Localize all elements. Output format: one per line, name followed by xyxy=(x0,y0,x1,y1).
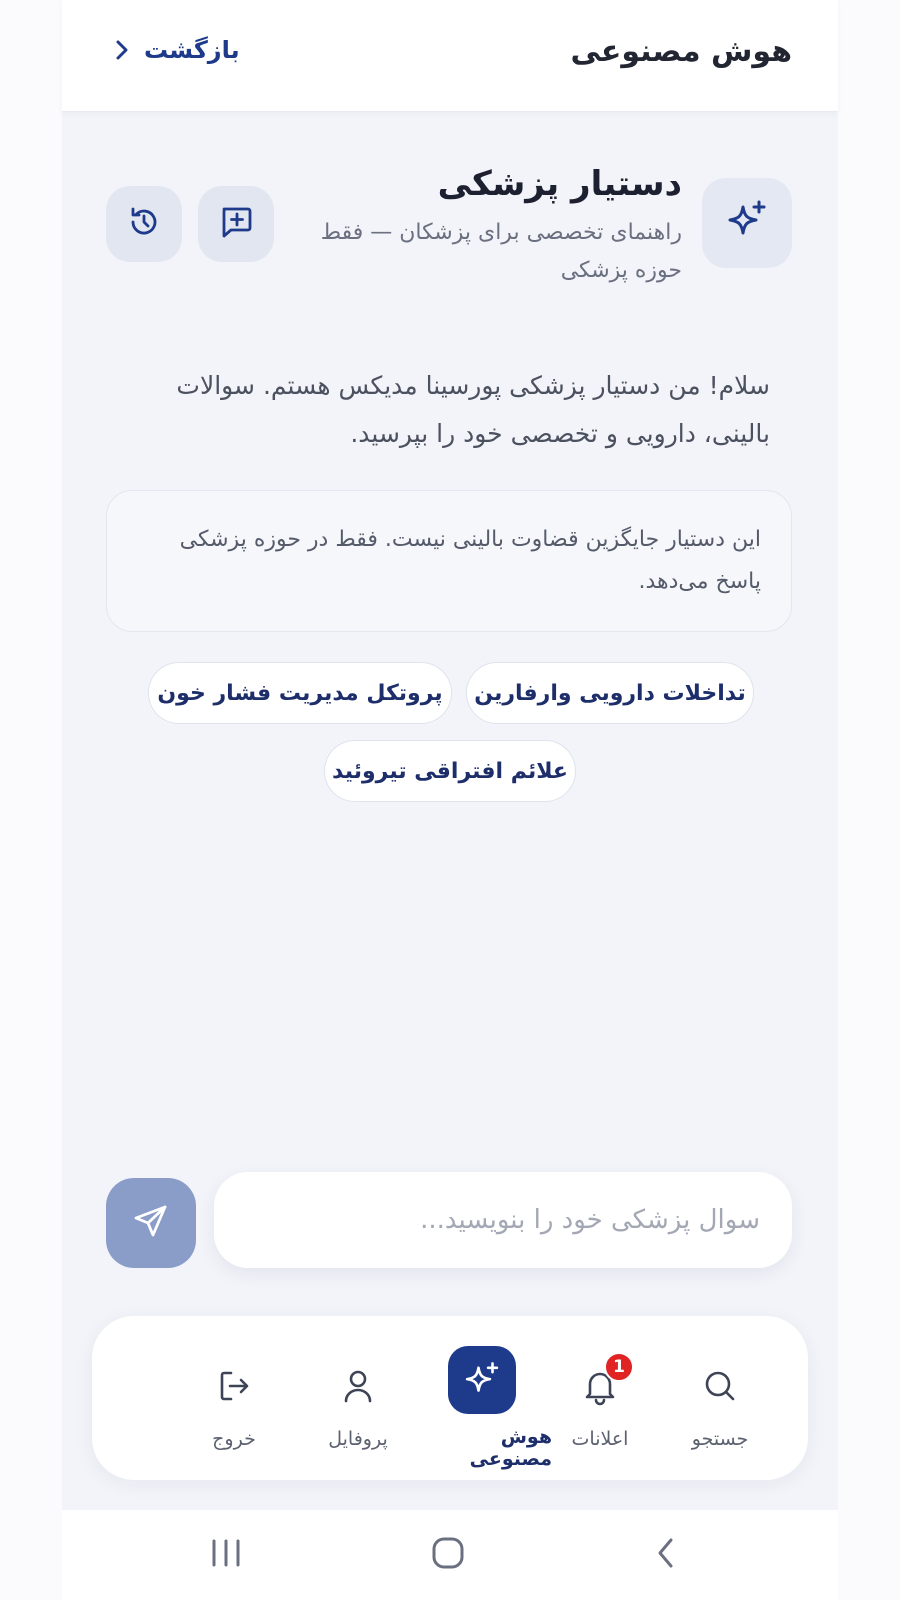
back-button[interactable]: بازگشت xyxy=(114,36,240,64)
send-button[interactable] xyxy=(106,1178,196,1268)
back-label: بازگشت xyxy=(144,36,240,64)
assistant-avatar xyxy=(702,178,792,268)
logout-icon xyxy=(200,1352,268,1420)
top-app-bar: هوش مصنوعی بازگشت xyxy=(62,0,838,112)
nav-item-ai[interactable]: هوش مصنوعی xyxy=(412,1316,552,1480)
message-plus-icon xyxy=(217,203,255,245)
welcome-message: سلام! من دستیار پزشکی پورسینا مدیکس هستم… xyxy=(176,371,770,448)
history-icon xyxy=(125,203,163,245)
history-button[interactable] xyxy=(106,186,182,262)
home-button[interactable] xyxy=(418,1530,478,1580)
nav-label-notifications: اعلانات xyxy=(571,1428,629,1450)
recent-apps-button[interactable] xyxy=(196,1530,256,1580)
left-margin xyxy=(0,0,62,1600)
nav-item-profile[interactable]: پروفایل xyxy=(288,1316,428,1480)
nav-label-search: جستجو xyxy=(691,1428,749,1450)
right-margin xyxy=(838,0,900,1600)
assistant-name: دستیار پزشکی xyxy=(437,164,682,204)
user-icon xyxy=(324,1352,392,1420)
suggestion-chip-blood-pressure[interactable]: پروتکل مدیریت فشار خون xyxy=(148,662,452,724)
assistant-subtitle: راهنمای تخصصی برای پزشکان — فقط حوزه پزش… xyxy=(320,220,682,283)
nav-item-search[interactable]: جستجو xyxy=(650,1316,790,1480)
recent-apps-icon xyxy=(209,1538,243,1572)
bell-icon: 1 xyxy=(566,1352,634,1420)
system-back-button[interactable] xyxy=(636,1530,696,1580)
suggestion-chip-warfarin[interactable]: تداخلات دارویی وارفارین xyxy=(466,662,754,724)
new-chat-button[interactable] xyxy=(198,186,274,262)
sparkles-icon xyxy=(448,1346,516,1414)
notification-badge: 1 xyxy=(604,1352,634,1382)
nav-label-ai: هوش مصنوعی xyxy=(469,1426,552,1470)
send-icon xyxy=(130,1200,172,1246)
chevron-right-icon xyxy=(114,38,130,62)
app-screen: هوش مصنوعی بازگشت دستیار پزشکی راهنمای ت… xyxy=(62,0,838,1600)
chevron-left-icon xyxy=(655,1536,677,1574)
home-icon xyxy=(430,1535,466,1575)
nav-item-logout[interactable]: خروج xyxy=(164,1316,304,1480)
suggestion-chip-thyroid[interactable]: علائم افتراقی تیروئید xyxy=(324,740,576,802)
bottom-navigation: جستجو 1 اعلانات هوش مصنوعی پروفایل خروج xyxy=(92,1316,808,1480)
nav-label-logout: خروج xyxy=(212,1428,256,1450)
question-input[interactable] xyxy=(246,1205,760,1235)
sparkles-icon xyxy=(723,197,771,249)
message-composer xyxy=(214,1172,792,1268)
system-navigation-bar xyxy=(62,1510,838,1600)
nav-label-profile: پروفایل xyxy=(328,1428,388,1450)
search-icon xyxy=(686,1352,754,1420)
disclaimer-notice: این دستیار جایگزین قضاوت بالینی نیست. فق… xyxy=(106,490,792,632)
page-title: هوش مصنوعی xyxy=(570,34,792,69)
